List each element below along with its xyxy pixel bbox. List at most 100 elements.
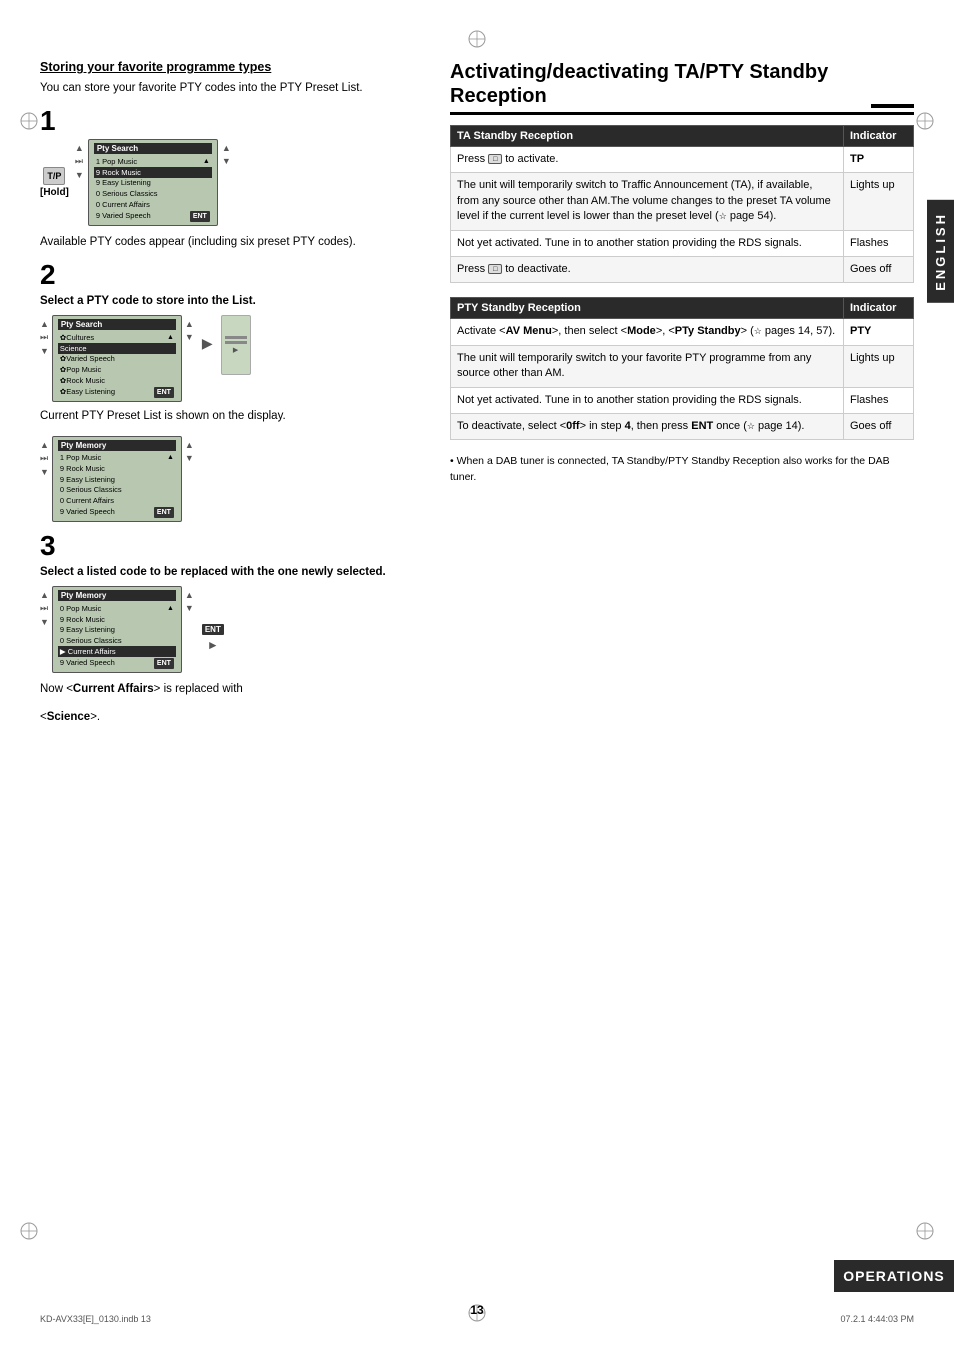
s2-lcd2-line2 — [225, 341, 247, 344]
reg-mark-top — [466, 28, 488, 50]
step2-note: Current PTY Preset List is shown on the … — [40, 408, 430, 425]
step1-scroll-down2: ▼ — [222, 156, 231, 166]
step1-device: T/P [Hold] ▲ ⏭ ▼ Pty Search 1 Pop Music … — [40, 139, 430, 226]
lcd-row-3: 9 Easy Listening — [94, 178, 212, 189]
table2-header-row: PTY Standby Reception Indicator — [451, 298, 914, 319]
table-row: Press □ to deactivate. Goes off — [451, 256, 914, 282]
s2-row1: ✿Cultures ▲ — [58, 332, 176, 343]
m-row5: 0 Current Affairs — [58, 496, 176, 507]
m-row3: 9 Easy Listening — [58, 474, 176, 485]
step1-right-controls: ▲ ▼ — [222, 139, 231, 166]
step2-lcd3-title: Pty Memory — [58, 440, 176, 451]
pty-row1-indicator: PTY — [844, 319, 914, 345]
table-row: Not yet activated. Tune in to another st… — [451, 387, 914, 413]
step2-down-icon: ▼ — [40, 346, 49, 356]
m-row6: 9 Varied Speech ENT — [58, 506, 176, 518]
table1-col2-header: Indicator — [844, 126, 914, 147]
table-row: Not yet activated. Tune in to another st… — [451, 230, 914, 256]
step1-tp-button-area: T/P [Hold] — [40, 167, 69, 198]
s2-ent: ENT — [154, 387, 174, 398]
ent-button-label: ENT — [190, 211, 210, 222]
step1-number: 1 — [40, 107, 430, 135]
step2-side-right: ▲ ▼ — [185, 315, 194, 342]
s3m-row2: 9 Rock Music — [58, 614, 176, 625]
lcd-row-1: 1 Pop Music ▲ — [94, 156, 212, 167]
reg-mark-left-top — [18, 110, 40, 132]
footer-left: KD-AVX33[E]_0130.indb 13 — [40, 1314, 151, 1324]
s2-last: ✿Easy Listening — [60, 387, 115, 397]
table-row: To deactivate, select <0ff> in step 4, t… — [451, 413, 914, 439]
step2-lcd1-area: ▲ ⏭ ▼ Pty Search ✿Cultures ▲ Science ✿Va… — [40, 315, 194, 402]
table-row: The unit will temporarily switch to Traf… — [451, 173, 914, 230]
ta-row3-indicator: Flashes — [844, 230, 914, 256]
m-row1: 1 Pop Music ▲ — [58, 453, 176, 464]
ref-icon3: ☆ — [747, 421, 755, 431]
tp-button-icon: □ — [488, 154, 502, 164]
ref-icon: ☆ — [719, 211, 727, 221]
step3-ent-badge: ENT — [202, 624, 224, 635]
right-column: Activating/deactivating TA/PTY Standby R… — [450, 60, 914, 736]
pty-row3-desc: Not yet activated. Tune in to another st… — [451, 387, 844, 413]
step2-number: 2 — [40, 261, 430, 289]
step1-side-controls: ▲ ⏭ ▼ — [75, 139, 84, 180]
step3-result1: Now <Current Affairs> is replaced with — [40, 681, 430, 698]
pty-standby-table: PTY Standby Reception Indicator Activate… — [450, 297, 914, 440]
tp-button[interactable]: T/P — [43, 167, 65, 185]
step2-lcd3-area: ▲ ⏭ ▼ Pty Memory 1 Pop Music ▲ 9 Rock Mu… — [40, 436, 430, 523]
step2-dn2: ▼ — [185, 332, 194, 342]
ta-row3-desc: Not yet activated. Tune in to another st… — [451, 230, 844, 256]
step3-forward-arrow: ► — [207, 638, 219, 652]
s3-up: ▲ — [40, 440, 49, 450]
s3m-row6: 9 Varied Speech ENT — [58, 657, 176, 669]
main-content: Storing your favorite programme types Yo… — [40, 50, 914, 736]
tp-label: T/P — [47, 171, 61, 181]
tp-deactivate-icon: □ — [488, 264, 502, 274]
reg-mark-right-top — [914, 110, 936, 132]
table1-header-row: TA Standby Reception Indicator — [451, 126, 914, 147]
english-sidebar: ENGLISH — [927, 200, 954, 303]
table-row: Press □ to activate. TP — [451, 147, 914, 173]
ta-row1-indicator: TP — [844, 147, 914, 173]
ta-standby-table-section: TA Standby Reception Indicator Press □ t… — [450, 125, 914, 283]
lcd-row-4: 0 Serious Classics — [94, 189, 212, 200]
section-intro: You can store your favorite PTY codes in… — [40, 80, 430, 97]
step3-number: 3 — [40, 532, 430, 560]
table-row: The unit will temporarily switch to your… — [451, 345, 914, 387]
s2-row3: ✿Varied Speech — [58, 354, 176, 365]
heading-underline — [871, 104, 914, 108]
step2-up2: ▲ — [185, 319, 194, 329]
ref-icon2: ☆ — [754, 326, 762, 336]
fast-forward-icon: ⏭ — [75, 156, 84, 167]
s2-lcd2-arrow: ▶ — [233, 346, 238, 354]
step2-lcd2-small: ▶ — [221, 315, 251, 375]
reg-mark-right-bottom — [914, 1220, 936, 1242]
s3-dn: ▼ — [40, 467, 49, 477]
m-last: 9 Varied Speech — [60, 507, 115, 517]
page-heading: Activating/deactivating TA/PTY Standby R… — [450, 60, 914, 115]
step3-result2: <Science>. — [40, 709, 430, 726]
m-dn2: ▼ — [185, 453, 194, 463]
scroll-indicator: ▲ — [203, 157, 210, 166]
s3m-last: 9 Varied Speech — [60, 658, 115, 668]
s2-row2-sel: Science — [58, 343, 176, 354]
s3m-ent: ENT — [154, 658, 174, 669]
pty-row1-desc: Activate <AV Menu>, then select <Mode>, … — [451, 319, 844, 345]
step3-arrow-ent: ENT ► — [202, 608, 224, 652]
lcd-last-item: 9 Varied Speech — [96, 211, 151, 221]
step3-dn: ▼ — [40, 617, 49, 627]
step1-scroll-up2: ▲ — [222, 143, 231, 153]
step2-lcd3: Pty Memory 1 Pop Music ▲ 9 Rock Music 9 … — [52, 436, 182, 523]
section-title: Storing your favorite programme types — [40, 60, 430, 74]
ta-row4-indicator: Goes off — [844, 256, 914, 282]
step1-lcd-title: Pty Search — [94, 143, 212, 154]
arrow-between-lcds: ▶ — [202, 315, 213, 352]
ta-row2-indicator: Lights up — [844, 173, 914, 230]
table-row: Activate <AV Menu>, then select <Mode>, … — [451, 319, 914, 345]
pty-row2-indicator: Lights up — [844, 345, 914, 387]
ta-row4-desc: Press □ to deactivate. — [451, 256, 844, 282]
m-row4: 0 Serious Classics — [58, 485, 176, 496]
ta-row2-desc: The unit will temporarily switch to Traf… — [451, 173, 844, 230]
step2-side-left: ▲ ⏭ ▼ — [40, 315, 49, 356]
reg-mark-left-bottom — [18, 1220, 40, 1242]
hold-label: [Hold] — [40, 187, 69, 198]
